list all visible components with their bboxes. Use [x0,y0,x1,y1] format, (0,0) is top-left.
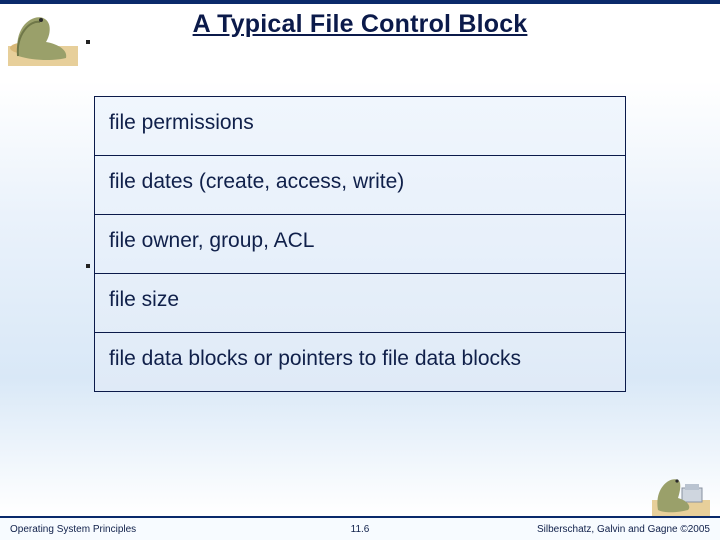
fcb-row: file owner, group, ACL [95,215,625,274]
decorative-tick [86,40,90,44]
fcb-row: file dates (create, access, write) [95,156,625,215]
top-rule [0,0,720,4]
dinosaur-logo-right [652,470,710,516]
decorative-tick [86,264,90,268]
slide-footer: Operating System Principles 11.6 Silbers… [0,516,720,540]
footer-copyright: Silberschatz, Galvin and Gagne ©2005 [537,524,710,535]
fcb-row: file permissions [95,97,625,156]
footer-left-text: Operating System Principles [10,524,136,535]
fcb-diagram: file permissions file dates (create, acc… [94,96,626,392]
slide-title: A Typical File Control Block [0,10,720,39]
fcb-row: file size [95,274,625,333]
fcb-row: file data blocks or pointers to file dat… [95,333,625,391]
footer-page-number: 11.6 [351,524,370,535]
